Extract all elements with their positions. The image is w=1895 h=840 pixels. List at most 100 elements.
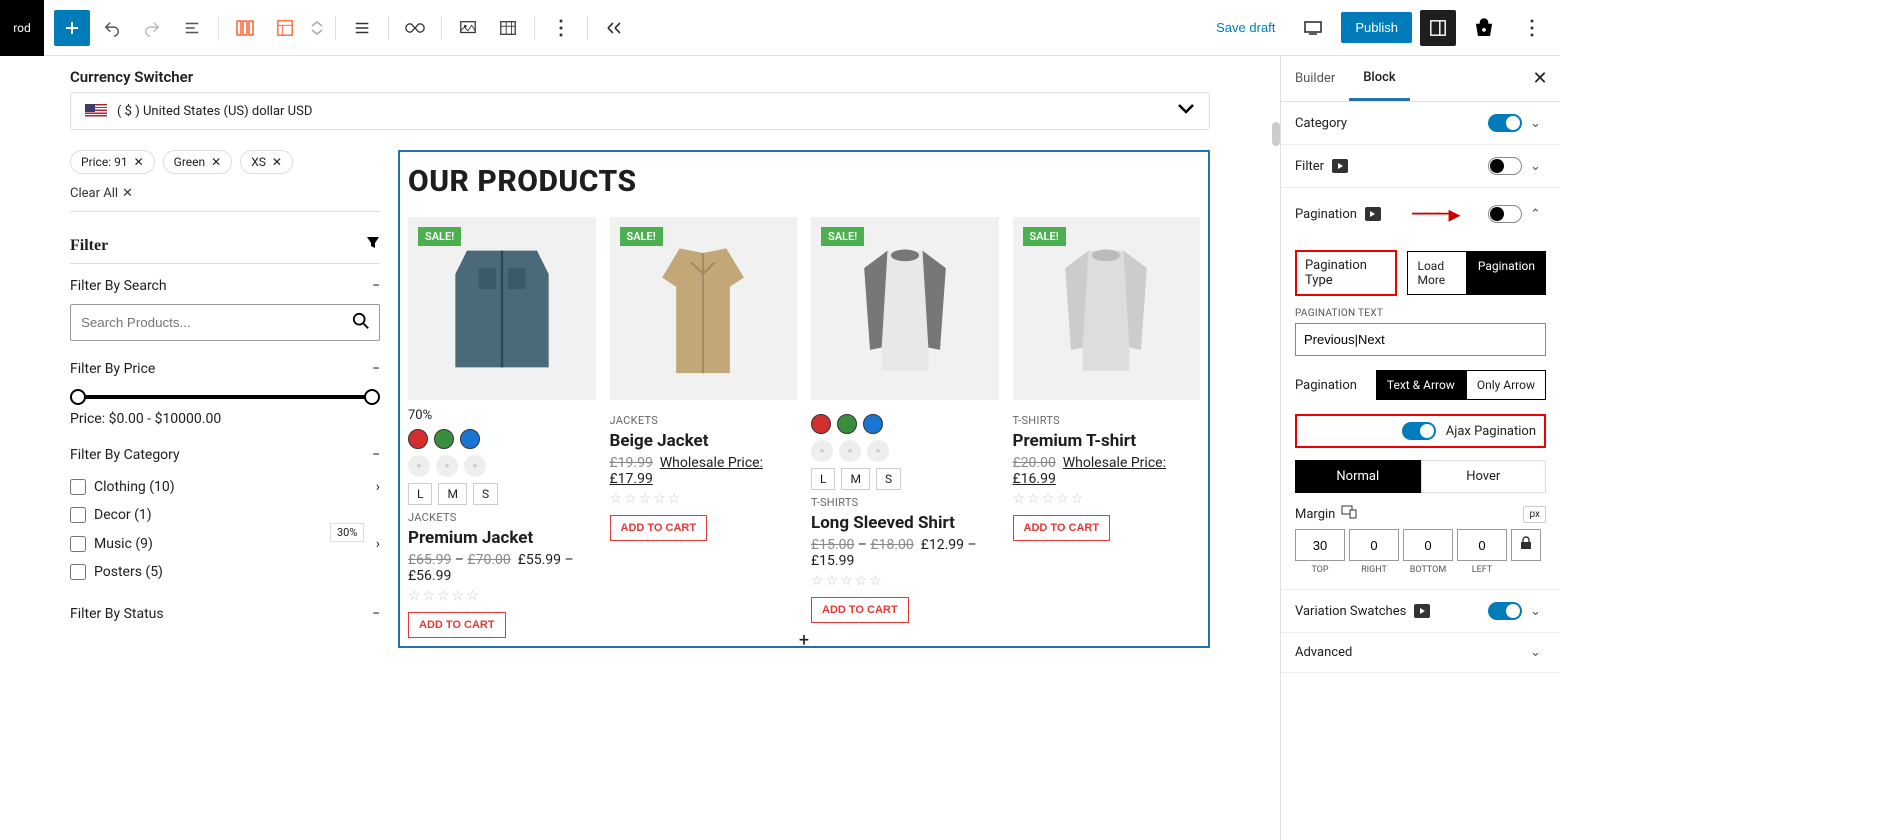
image-swatch[interactable]: ▫: [811, 440, 833, 462]
product-card[interactable]: SALE! ▫▫▫ LMS T-SHIRTS Long Sleeved Shir…: [811, 217, 999, 638]
add-block-inserter[interactable]: +: [794, 630, 814, 650]
load-more-option[interactable]: Load More: [1407, 251, 1467, 295]
pagination-option[interactable]: Pagination: [1467, 251, 1546, 295]
category-checkbox[interactable]: [70, 479, 86, 495]
save-draft-button[interactable]: Save draft: [1206, 12, 1285, 43]
size-l[interactable]: L: [811, 468, 835, 490]
price-slider[interactable]: [78, 395, 372, 399]
category-row[interactable]: Clothing (10)›: [70, 473, 380, 501]
filter-toggle[interactable]: [1488, 157, 1522, 175]
add-to-cart-button[interactable]: ADD TO CART: [1013, 515, 1111, 541]
color-swatch-green[interactable]: [837, 414, 857, 434]
editor-canvas[interactable]: Currency Switcher ( $ ) United States (U…: [0, 56, 1280, 840]
category-row[interactable]: Posters (5): [70, 558, 380, 586]
currency-select[interactable]: ( $ ) United States (US) dollar USD: [70, 92, 1210, 130]
collapse-toolbar-button[interactable]: [596, 10, 632, 46]
settings-panel-toggle[interactable]: [1420, 10, 1456, 46]
size-m[interactable]: M: [438, 483, 466, 505]
columns-icon[interactable]: [227, 10, 263, 46]
chevron-right-icon[interactable]: ›: [376, 536, 380, 552]
category-checkbox[interactable]: [70, 536, 86, 552]
search-input[interactable]: [70, 304, 380, 341]
variation-swatches-toggle[interactable]: [1488, 602, 1522, 620]
margin-top-input[interactable]: [1295, 529, 1345, 561]
image-swatch[interactable]: ▫: [867, 440, 889, 462]
scrollbar-thumb[interactable]: [1272, 122, 1280, 146]
undo-button[interactable]: [94, 10, 130, 46]
product-card[interactable]: SALE! T-SHIRTS Premium T-shirt £20.00 Wh…: [1013, 217, 1201, 638]
pagination-text-input[interactable]: [1295, 323, 1546, 356]
filter-icon[interactable]: [366, 236, 380, 255]
move-up-button[interactable]: [307, 10, 327, 46]
chevron-right-icon[interactable]: ›: [376, 479, 380, 495]
margin-right-input[interactable]: [1349, 529, 1399, 561]
size-l[interactable]: L: [408, 483, 432, 505]
only-arrow-option[interactable]: Only Arrow: [1466, 370, 1546, 400]
state-normal-tab[interactable]: Normal: [1295, 460, 1421, 493]
filter-chip-size[interactable]: XS✕: [240, 150, 293, 174]
chevron-down-icon[interactable]: ⌄: [1530, 604, 1546, 619]
minus-icon[interactable]: −: [372, 606, 380, 622]
add-to-cart-button[interactable]: ADD TO CART: [610, 515, 708, 541]
video-help-icon[interactable]: [1365, 207, 1381, 221]
chevron-down-icon[interactable]: ⌄: [1530, 159, 1546, 174]
redo-button[interactable]: [134, 10, 170, 46]
video-help-icon[interactable]: [1332, 159, 1348, 173]
video-help-icon[interactable]: [1414, 604, 1430, 618]
color-swatch-blue[interactable]: [863, 414, 883, 434]
tab-block[interactable]: Block: [1349, 56, 1409, 101]
devices-icon[interactable]: [1341, 505, 1357, 523]
minus-icon[interactable]: −: [372, 361, 380, 377]
color-swatch-red[interactable]: [408, 429, 428, 449]
state-hover-tab[interactable]: Hover: [1421, 460, 1547, 493]
product-card[interactable]: SALE! JACKETS Beige Jacket £19.99 Wholes…: [610, 217, 798, 638]
category-checkbox[interactable]: [70, 507, 86, 523]
ajax-pagination-toggle[interactable]: [1402, 422, 1436, 440]
shop-icon[interactable]: [1466, 10, 1502, 46]
margin-left-input[interactable]: [1457, 529, 1507, 561]
size-s[interactable]: S: [473, 483, 498, 505]
color-swatch-blue[interactable]: [460, 429, 480, 449]
category-checkbox[interactable]: [70, 564, 86, 580]
close-icon[interactable]: ✕: [134, 155, 144, 169]
add-to-cart-button[interactable]: ADD TO CART: [811, 597, 909, 623]
minus-icon[interactable]: −: [372, 278, 380, 294]
align-button[interactable]: [344, 10, 380, 46]
products-block[interactable]: OUR PRODUCTS SALE! 70% ▫▫▫ LMS JACKETS: [398, 150, 1210, 648]
product-card[interactable]: SALE! 70% ▫▫▫ LMS JACKETS Premium Jacket…: [408, 217, 596, 638]
document-overview-button[interactable]: [174, 10, 210, 46]
image-swatch[interactable]: ▫: [408, 455, 430, 477]
pagination-toggle[interactable]: [1488, 205, 1522, 223]
close-icon[interactable]: ✕: [211, 155, 221, 169]
image-settings-icon[interactable]: [450, 10, 486, 46]
search-icon[interactable]: [352, 312, 370, 334]
infinity-icon[interactable]: [397, 10, 433, 46]
slider-handle-max[interactable]: [364, 389, 380, 405]
lock-icon[interactable]: [1511, 529, 1541, 561]
close-icon[interactable]: ✕: [272, 155, 282, 169]
add-to-cart-button[interactable]: ADD TO CART: [408, 612, 506, 638]
filter-chip-price[interactable]: Price: 91✕: [70, 150, 155, 174]
color-swatch-green[interactable]: [434, 429, 454, 449]
margin-bottom-input[interactable]: [1403, 529, 1453, 561]
minus-icon[interactable]: −: [372, 447, 380, 463]
clear-all-button[interactable]: Clear All ✕: [70, 186, 133, 201]
size-s[interactable]: S: [876, 468, 901, 490]
chevron-up-icon[interactable]: ⌃: [1530, 207, 1546, 222]
color-swatch-red[interactable]: [811, 414, 831, 434]
image-swatch[interactable]: ▫: [464, 455, 486, 477]
image-swatch[interactable]: ▫: [839, 440, 861, 462]
preview-button[interactable]: [1295, 10, 1331, 46]
close-panel-button[interactable]: ✕: [1520, 68, 1560, 89]
table-icon[interactable]: [490, 10, 526, 46]
more-options-button[interactable]: [543, 10, 579, 46]
publish-button[interactable]: Publish: [1341, 12, 1412, 43]
filter-chip-color[interactable]: Green✕: [163, 150, 233, 174]
main-more-button[interactable]: [1514, 10, 1550, 46]
slider-handle-min[interactable]: [70, 389, 86, 405]
add-block-button[interactable]: [54, 10, 90, 46]
chevron-down-icon[interactable]: ⌄: [1530, 645, 1546, 660]
layout-icon[interactable]: [267, 10, 303, 46]
unit-px[interactable]: px: [1523, 506, 1546, 523]
category-toggle[interactable]: [1488, 114, 1522, 132]
